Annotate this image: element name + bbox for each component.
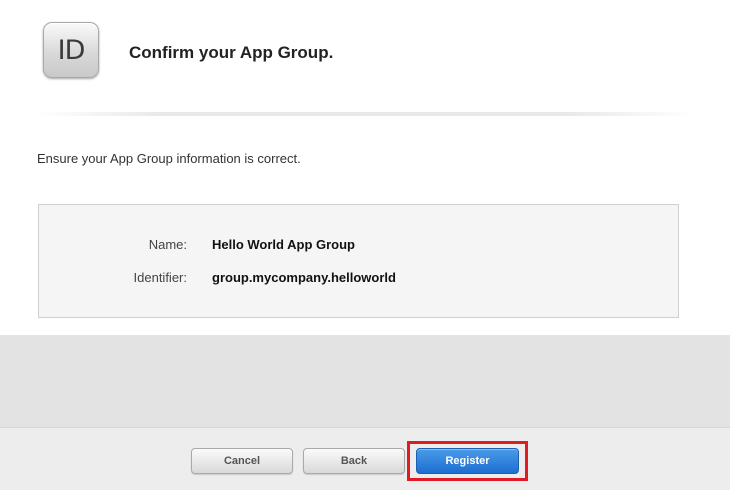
cancel-button[interactable]: Cancel [191, 448, 293, 474]
identifier-app-icon: ID [43, 22, 99, 78]
name-value: Hello World App Group [212, 237, 355, 252]
intro-text: Ensure your App Group information is cor… [37, 151, 301, 166]
page-title: Confirm your App Group. [129, 43, 334, 62]
name-label: Name: [148, 237, 187, 252]
back-button[interactable]: Back [303, 448, 405, 474]
page-header: ID Confirm your App Group. [0, 0, 730, 112]
detail-row-identifier: Identifier: group.mycompany.helloworld [39, 270, 680, 288]
identifier-value: group.mycompany.helloworld [212, 270, 396, 285]
register-highlight-box [407, 441, 528, 481]
content-background-band [0, 335, 730, 427]
identifier-label: Identifier: [133, 270, 187, 285]
detail-row-name: Name: Hello World App Group [39, 237, 680, 255]
id-icon-text: ID [57, 34, 86, 66]
header-divider [35, 112, 695, 116]
footer-bar: Cancel Back Register [0, 427, 730, 490]
app-group-details-box: Name: Hello World App Group Identifier: … [38, 204, 679, 318]
